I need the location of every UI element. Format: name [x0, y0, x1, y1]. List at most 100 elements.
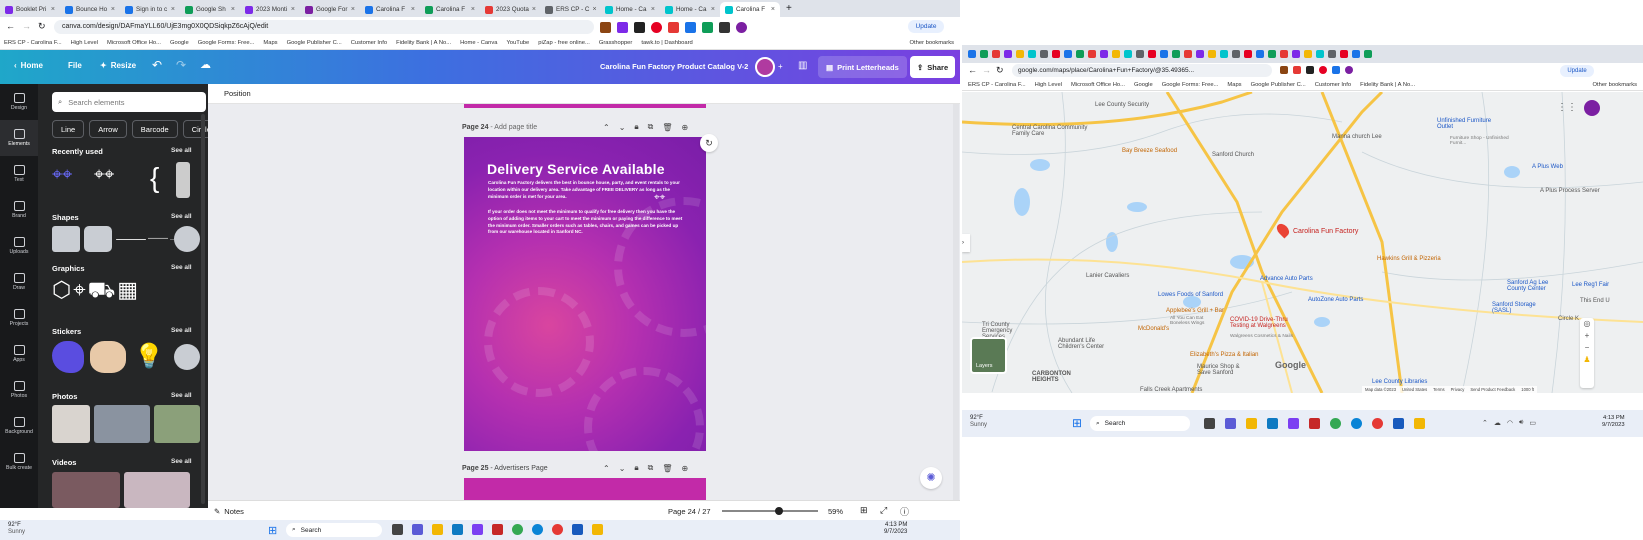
taskbar-search[interactable]: ⌕ Search — [1090, 416, 1190, 431]
bookmark-item[interactable]: Customer Info — [1315, 82, 1351, 88]
page-counter[interactable]: Page 24 / 27 — [668, 507, 711, 516]
pinterest-icon[interactable] — [1319, 66, 1327, 74]
refresh-design-icon[interactable]: ↻ — [700, 134, 718, 152]
bookmark-item[interactable]: ERS CP - Carolina F... — [968, 82, 1026, 88]
puzzle-icon[interactable] — [719, 22, 730, 33]
browser-tab[interactable]: Carolina F × — [720, 2, 780, 17]
location-pin-graphic[interactable]: ⌖⌖ — [654, 192, 665, 203]
position-button[interactable]: Position — [224, 89, 251, 98]
taskbar-search[interactable]: ⌕ Search — [286, 523, 382, 537]
bookmark-item[interactable]: Customer Info — [351, 40, 387, 46]
photo-thumb[interactable] — [154, 405, 200, 443]
photo-thumb[interactable] — [94, 405, 150, 443]
browser-tab[interactable] — [1172, 50, 1180, 58]
other-bookmarks[interactable]: Other bookmarks — [1593, 82, 1643, 88]
bookmark-item[interactable]: Google — [1134, 82, 1153, 88]
lock-icon[interactable]: 🔒︎ — [634, 463, 638, 473]
rail-item-projects[interactable]: Projects — [0, 300, 38, 336]
browser-tab[interactable] — [1136, 50, 1144, 58]
avatar[interactable] — [1584, 100, 1600, 116]
close-icon[interactable]: × — [351, 6, 355, 13]
task-view-icon[interactable] — [392, 524, 403, 535]
chip-line[interactable]: Line — [52, 120, 85, 138]
place-label[interactable]: Maurice Shop & Save Sanford — [1197, 364, 1245, 376]
extension-icon[interactable] — [702, 22, 713, 33]
bookmark-item[interactable]: Fidelity Bank | A No... — [1360, 82, 1415, 88]
close-icon[interactable]: × — [111, 6, 115, 13]
browser-tab[interactable] — [1064, 50, 1072, 58]
trash-icon[interactable]: 🗑︎ — [662, 123, 672, 132]
browser-tab[interactable] — [1268, 50, 1276, 58]
browser-tab[interactable]: Sign in to c × — [120, 2, 180, 17]
page-25-title[interactable]: - Advertisers Page — [490, 465, 547, 472]
close-icon[interactable]: × — [651, 6, 655, 13]
chip-barcode[interactable]: Barcode — [131, 120, 178, 138]
close-icon[interactable]: × — [231, 6, 235, 13]
browser-tab[interactable]: Home - Ca × — [600, 2, 660, 17]
pinterest-icon[interactable] — [651, 22, 662, 33]
recent-thumb[interactable] — [176, 162, 190, 198]
extension-icon[interactable] — [1293, 66, 1301, 74]
place-label[interactable]: Manna church Lee — [1332, 134, 1382, 140]
lightbulb-sticker[interactable]: 💡 — [134, 342, 164, 371]
map-footer-item[interactable]: Terms — [1433, 387, 1444, 392]
browser-tab[interactable]: Carolina F × — [420, 2, 480, 17]
browser-tab[interactable] — [1244, 50, 1252, 58]
chevron-up-icon[interactable]: ⌃ — [603, 464, 610, 473]
zoom-out-button[interactable]: − — [1580, 342, 1594, 354]
rail-item-bulk-create[interactable]: Bulk create — [0, 444, 38, 480]
canvas-scrollbar[interactable] — [953, 104, 959, 508]
close-icon[interactable]: × — [471, 6, 475, 13]
zoom-slider-knob[interactable] — [774, 507, 783, 515]
see-all-videos[interactable]: See all — [171, 458, 192, 465]
page-heading[interactable]: Delivery Service Available — [487, 161, 687, 177]
print-letterheads-button[interactable]: ▤ Print Letterheads — [818, 56, 907, 78]
lock-icon[interactable]: 🔒︎ — [634, 122, 638, 132]
zoom-value[interactable]: 59% — [828, 507, 843, 516]
photo-thumb[interactable] — [52, 405, 90, 443]
browser-tab[interactable] — [980, 50, 988, 58]
avatar[interactable] — [755, 57, 775, 77]
add-page-icon[interactable]: ⊕ — [682, 464, 689, 473]
apps-grid-icon[interactable]: ⋮⋮ — [1557, 102, 1577, 113]
close-icon[interactable]: × — [411, 6, 415, 13]
word-icon[interactable] — [572, 524, 583, 535]
bookmark-item[interactable]: Google Publisher C... — [287, 40, 342, 46]
browser-tab[interactable]: Home - Ca × — [660, 2, 720, 17]
browser-tab[interactable] — [1052, 50, 1060, 58]
location-pin-graphic[interactable]: ⌖⌖ — [52, 164, 90, 194]
avatar[interactable] — [1345, 66, 1353, 74]
file-explorer-icon[interactable] — [432, 524, 443, 535]
browser-tab[interactable]: Carolina F × — [360, 2, 420, 17]
browser-tab[interactable] — [1100, 50, 1108, 58]
expand-panel-button[interactable]: › — [962, 234, 970, 252]
cloud-icon[interactable]: ☁ — [1494, 419, 1501, 427]
see-all-photos[interactable]: See all — [171, 392, 192, 399]
browser-tab[interactable] — [1220, 50, 1228, 58]
reload-icon[interactable]: ↻ — [996, 65, 1004, 76]
place-label-carolina-fun-factory[interactable]: Carolina Fun Factory — [1293, 228, 1358, 235]
place-label[interactable]: Lanier Cavaliers — [1086, 273, 1129, 279]
browser-tab[interactable]: 2023 Monti × — [240, 2, 300, 17]
home-button[interactable]: ‹ Home — [14, 61, 43, 70]
browser-tab[interactable] — [1160, 50, 1168, 58]
extension-icon[interactable] — [1332, 66, 1340, 74]
browser-tab[interactable]: Booklet Pri × — [0, 2, 60, 17]
place-label[interactable]: This End U — [1580, 298, 1610, 304]
zoom-slider[interactable] — [722, 507, 818, 515]
place-label[interactable]: COVID-19 Drive-Thru Testing at Walgreens — [1230, 317, 1308, 329]
bookmark-item[interactable]: Maps — [263, 40, 277, 46]
wifi-icon[interactable]: ◠ — [1507, 419, 1513, 427]
undo-icon[interactable]: ↶ — [152, 58, 162, 72]
close-icon[interactable]: × — [51, 6, 55, 13]
browser-tab[interactable] — [1328, 50, 1336, 58]
browser-tab[interactable] — [1256, 50, 1264, 58]
browser-tab[interactable]: 2023 Quota × — [480, 2, 540, 17]
square-shape[interactable] — [52, 226, 80, 252]
place-label[interactable]: Unfinished Furniture Outlet — [1437, 118, 1507, 130]
browser-tab[interactable] — [1040, 50, 1048, 58]
plus-icon[interactable]: + — [778, 62, 783, 71]
place-label[interactable]: Sanford Storage (SASL) — [1492, 302, 1546, 314]
magic-assistant-icon[interactable]: ✺ — [920, 467, 942, 489]
browser-tab[interactable]: ERS CP - C × — [540, 2, 600, 17]
